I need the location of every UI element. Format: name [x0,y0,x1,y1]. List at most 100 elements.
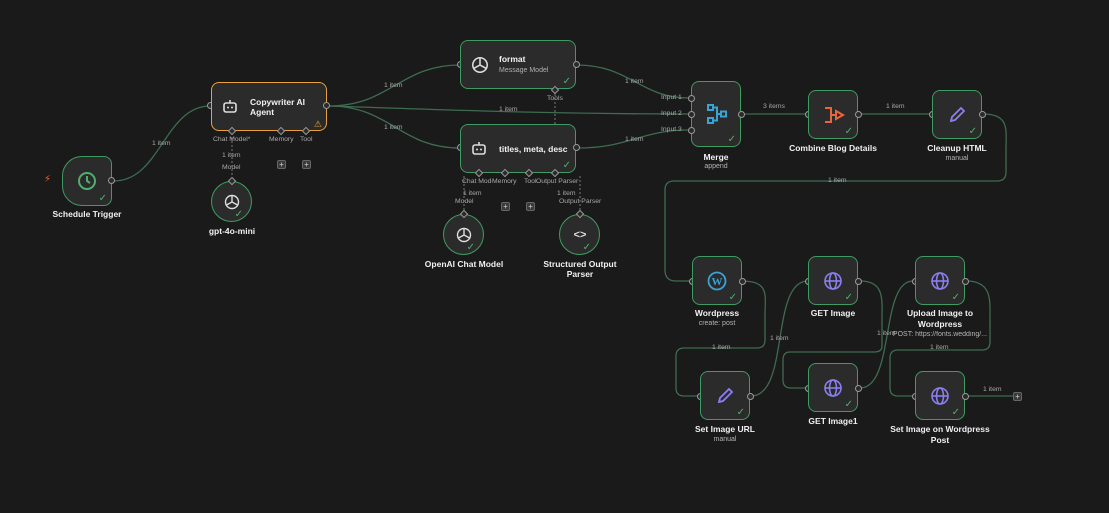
node-cleanup-html[interactable]: ✓ [932,90,982,139]
edge-label: 1 item [152,140,171,147]
input-port-3[interactable] [688,127,695,134]
success-check-icon: ✓ [844,292,853,303]
node-openai-chat-model[interactable]: ✓ [443,214,484,255]
edge-label: 1 item [930,344,949,351]
robot-icon [469,139,489,159]
success-check-icon: ✓ [951,292,960,303]
edge-label: 3 items [763,103,785,110]
output-port[interactable] [979,111,986,118]
node-combine-blog-details[interactable]: ✓ [808,90,858,139]
node-get-image1[interactable]: ✓ [808,363,858,412]
node-title: format [499,54,526,64]
openai-icon [469,54,491,76]
edge-label: Model [455,198,474,205]
output-port[interactable] [962,393,969,400]
edge-label: Output Parser [559,198,602,205]
node-title: Agent [250,107,275,117]
node-label: Set Image URL [695,424,755,434]
node-label: Upload Image to [906,308,974,318]
node-set-image-on-wordpress-post[interactable]: ✓ [915,371,965,420]
node-label: Set Image on Wordpress [890,424,990,434]
node-upload-image-to-wordpress[interactable]: ✓ [915,256,965,305]
edge-label: 1 item [886,103,905,110]
success-check-icon: ✓ [844,399,853,410]
workflow-canvas[interactable]: ⚡ ✓ Schedule Trigger Copywriter AI Agent… [0,0,1109,513]
edge-label: 1 item [463,190,482,197]
node-subtitle: Message Model [499,67,549,74]
node-label: Wordpress [694,308,740,318]
success-check-icon: ✓ [728,292,737,303]
success-check-icon: ✓ [727,134,736,145]
node-gpt-4o-mini[interactable]: ✓ [211,181,252,222]
output-port[interactable] [323,102,330,109]
success-check-icon: ✓ [951,407,960,418]
add-memory-button[interactable]: + [501,202,510,211]
edge-label: 1 item [625,136,644,143]
port-label: Memory [269,136,294,143]
node-format[interactable]: format Message Model ✓ [460,40,576,89]
port-label: Input 1 [661,94,682,101]
input-port-1[interactable] [688,95,695,102]
node-set-image-url[interactable]: ✓ [700,371,750,420]
node-titles-meta-desc[interactable]: titles, meta, desc ✓ [460,124,576,173]
clock-icon [76,170,98,192]
node-label: Wordpress [917,319,963,329]
edge-label: 1 item [625,78,644,85]
edge-label: 1 item [557,190,576,197]
success-check-icon: ✓ [736,407,745,418]
port-label: Tool [300,136,313,143]
output-port[interactable] [962,278,969,285]
output-port[interactable] [739,278,746,285]
input-port-2[interactable] [688,111,695,118]
bolt-icon: ⚡ [44,174,52,185]
edge-label: 1 item [384,82,403,89]
add-tool-button[interactable]: + [302,160,311,169]
node-label: GET Image [810,308,856,318]
port-label: Input 3 [661,126,682,133]
node-merge[interactable]: ✓ [691,81,741,147]
output-port[interactable] [855,278,862,285]
node-label: Post [930,435,950,445]
output-port[interactable] [747,393,754,400]
node-subtitle: append [704,163,728,170]
node-subtitle: manual [713,436,737,443]
node-wordpress[interactable]: W ✓ [692,256,742,305]
success-check-icon: ✓ [98,193,107,204]
node-label: GET Image1 [808,416,858,426]
add-node-button[interactable]: + [1013,392,1022,401]
node-title: titles, meta, desc [499,144,568,154]
node-get-image[interactable]: ✓ [808,256,858,305]
node-title: Copywriter AI [250,97,305,107]
port-label: Tool [524,178,537,185]
globe-icon [929,385,951,407]
add-tool-button[interactable]: + [526,202,535,211]
output-port[interactable] [855,385,862,392]
node-schedule-trigger[interactable]: ✓ [62,156,112,206]
edge-label: 1 item [877,330,896,337]
output-port[interactable] [573,61,580,68]
edge-label: 1 item [770,335,789,342]
node-label: Parser [566,269,594,279]
port-label: Tools [547,95,563,102]
success-check-icon: ✓ [562,76,571,87]
node-label: Schedule Trigger [52,209,122,219]
node-structured-output-parser[interactable]: <> ✓ [559,214,600,255]
node-label: Merge [703,152,729,162]
output-port[interactable] [738,111,745,118]
node-label: OpenAI Chat Model [424,259,504,269]
globe-icon [929,270,951,292]
success-check-icon: ✓ [234,209,243,220]
edge-label: 1 item [222,152,241,159]
node-label: Cleanup HTML [927,143,987,153]
output-port[interactable] [855,111,862,118]
node-copywriter-agent[interactable]: Copywriter AI Agent ⚠ [211,82,327,131]
port-label: Input 2 [661,110,682,117]
globe-icon [822,377,844,399]
output-port[interactable] [573,144,580,151]
output-port[interactable] [108,177,115,184]
edge-label: 1 item [384,124,403,131]
success-check-icon: ✓ [844,126,853,137]
add-memory-button[interactable]: + [277,160,286,169]
node-label: Combine Blog Details [789,143,877,153]
edge-label: 1 item [828,177,847,184]
